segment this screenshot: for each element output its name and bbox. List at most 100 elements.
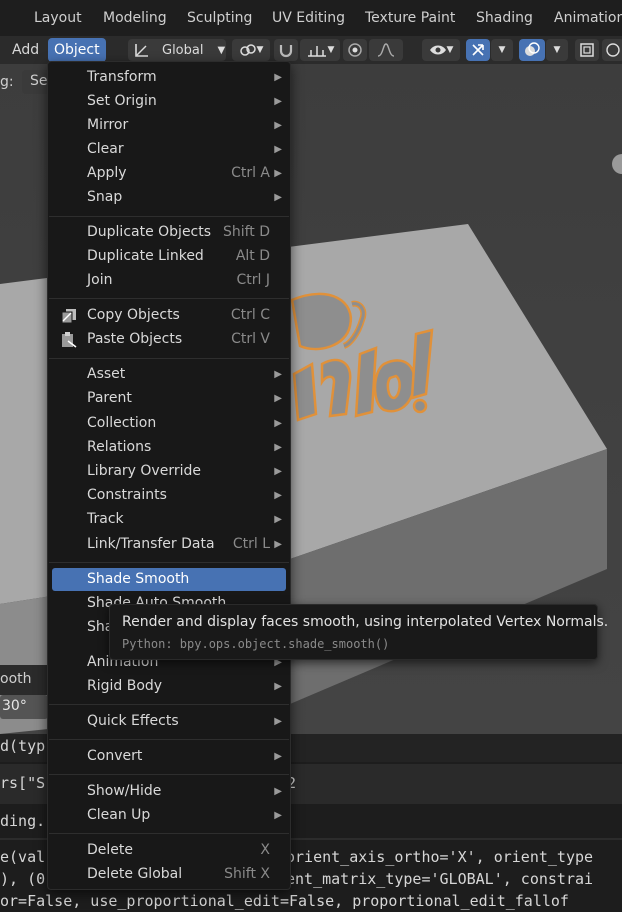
- xray-box-icon: [580, 43, 594, 57]
- menu-item-clean-up[interactable]: Clean Up ▶: [52, 804, 286, 827]
- pivot-point-dropdown[interactable]: ▼: [232, 39, 270, 61]
- angle-value: 30°: [2, 698, 27, 714]
- menu-item-label: Mirror: [87, 117, 129, 133]
- menu-item-relations[interactable]: Relations ▶: [52, 436, 286, 459]
- console-line-5-tail: ent_matrix_type='GLOBAL', constrai: [286, 870, 594, 888]
- menu-item-clear[interactable]: Clear ▶: [52, 138, 286, 161]
- chevron-down-icon: ▼: [327, 45, 335, 55]
- select-mode-text: Se: [30, 73, 48, 89]
- magnet-icon: [279, 45, 293, 58]
- menu-item-parent[interactable]: Parent ▶: [52, 387, 286, 410]
- shading-mode-button[interactable]: [602, 39, 622, 61]
- console-line-1: d(typ: [0, 737, 46, 755]
- object-menu-button[interactable]: Object: [48, 38, 106, 62]
- menu-item-label: Collection: [87, 415, 157, 431]
- submenu-arrow-icon: ▶: [274, 120, 282, 131]
- tooltip-python: Python: bpy.ops.object.shade_smooth(): [122, 637, 390, 651]
- menu-item-set-origin[interactable]: Set Origin ▶: [52, 90, 286, 113]
- snap-toggle[interactable]: [274, 39, 298, 61]
- shortcut-label: Alt D: [235, 248, 270, 264]
- orientation-label: Global: [162, 42, 204, 58]
- shortcut-label: Shift X: [224, 866, 270, 882]
- submenu-arrow-icon: ▶: [274, 369, 282, 380]
- menu-item-paste-objects[interactable]: Paste Objects Ctrl V: [52, 328, 286, 351]
- tab-modeling[interactable]: Modeling: [103, 10, 167, 26]
- submenu-arrow-icon: ▶: [274, 810, 282, 821]
- menu-separator: [49, 739, 289, 740]
- menu-item-delete[interactable]: Delete X: [52, 839, 286, 862]
- workspace-tab-bar: Layout Modeling Sculpting UV Editing Tex…: [0, 0, 622, 38]
- menu-item-collection[interactable]: Collection ▶: [52, 412, 286, 435]
- menu-item-rigid-body[interactable]: Rigid Body ▶: [52, 675, 286, 698]
- gizmo-arrows-icon: [472, 44, 484, 56]
- menu-item-snap[interactable]: Snap ▶: [52, 186, 286, 209]
- overlays-toggle[interactable]: [519, 39, 545, 61]
- tab-texture-paint[interactable]: Texture Paint: [365, 10, 455, 26]
- menu-item-quick-effects[interactable]: Quick Effects ▶: [52, 710, 286, 733]
- tab-shading[interactable]: Shading: [476, 10, 533, 26]
- visibility-dropdown[interactable]: ▼: [422, 39, 460, 61]
- add-menu-button[interactable]: Add: [6, 38, 45, 62]
- tab-layout[interactable]: Layout: [34, 10, 82, 26]
- menu-item-label: Parent: [87, 390, 132, 406]
- submenu-arrow-icon: ▶: [274, 786, 282, 797]
- shortcut-label: Ctrl J: [236, 272, 271, 288]
- submenu-arrow-icon: ▶: [274, 393, 282, 404]
- tab-sculpting[interactable]: Sculpting: [187, 10, 252, 26]
- submenu-arrow-icon: ▶: [274, 418, 282, 429]
- angle-field[interactable]: 30°: [0, 695, 48, 719]
- submenu-arrow-icon: ▶: [274, 96, 282, 107]
- overlays-circles-icon: [525, 42, 540, 56]
- menu-item-mirror[interactable]: Mirror ▶: [52, 114, 286, 137]
- menu-item-copy-objects[interactable]: Copy Objects Ctrl C: [52, 304, 286, 327]
- menu-item-label: Join: [87, 272, 113, 288]
- menu-item-transform[interactable]: Transform ▶: [52, 66, 286, 89]
- menu-item-duplicate-objects[interactable]: Duplicate Objects Shift D: [52, 221, 286, 244]
- menu-item-convert[interactable]: Convert ▶: [52, 745, 286, 768]
- shortcut-label: Ctrl C: [230, 307, 270, 323]
- menu-item-label: Quick Effects: [87, 713, 179, 729]
- console-line-5: ), (0: [0, 870, 46, 888]
- snap-target-dropdown[interactable]: ▼: [300, 39, 340, 61]
- submenu-arrow-icon: ▶: [274, 681, 282, 692]
- transform-orientation-dropdown[interactable]: Global ▼: [128, 39, 226, 61]
- gizmo-dropdown[interactable]: ▼: [491, 39, 513, 61]
- submenu-arrow-icon: ▶: [274, 442, 282, 453]
- auto-smooth-label: ooth: [0, 671, 32, 687]
- menu-item-show-hide[interactable]: Show/Hide ▶: [52, 780, 286, 803]
- console-line-6: or=False, use_proportional_edit=False, p…: [0, 892, 569, 910]
- xray-toggle[interactable]: [575, 39, 599, 61]
- overlays-dropdown[interactable]: ▼: [546, 39, 568, 61]
- wireframe-sphere-icon: [606, 43, 620, 57]
- menu-item-delete-global[interactable]: Delete Global Shift X: [52, 863, 286, 886]
- menu-separator: [49, 704, 289, 705]
- menu-item-constraints[interactable]: Constraints ▶: [52, 484, 286, 507]
- menu-item-track[interactable]: Track ▶: [52, 508, 286, 531]
- menu-item-label: Set Origin: [87, 93, 157, 109]
- tab-animation[interactable]: Animation: [554, 10, 622, 26]
- console-line-2: rs["S: [0, 774, 46, 792]
- menu-item-label: Apply: [87, 165, 127, 181]
- proportional-falloff-dropdown[interactable]: [369, 39, 403, 61]
- menu-item-shade-smooth[interactable]: Shade Smooth: [52, 568, 286, 591]
- menu-item-label: Delete Global: [87, 866, 183, 882]
- tab-uv-editing[interactable]: UV Editing: [272, 10, 345, 26]
- submenu-arrow-icon: ▶: [274, 192, 282, 203]
- console-line-4-tail: orient_axis_ortho='X', orient_type: [286, 848, 594, 866]
- menu-item-asset[interactable]: Asset ▶: [52, 363, 286, 386]
- submenu-arrow-icon: ▶: [274, 72, 282, 83]
- menu-item-label: Show/Hide: [87, 783, 162, 799]
- menu-item-join[interactable]: Join Ctrl J: [52, 269, 286, 292]
- menu-item-label: Track: [87, 511, 124, 527]
- shortcut-label: Ctrl A: [231, 165, 270, 181]
- operator-panel: ooth: [0, 665, 50, 695]
- mode-label: g:: [0, 74, 14, 90]
- proportional-edit-toggle[interactable]: [343, 39, 367, 61]
- menu-item-link-transfer-data[interactable]: Link/Transfer Data Ctrl L ▶: [52, 533, 286, 556]
- shortcut-label: Shift D: [222, 224, 270, 240]
- gizmo-toggle[interactable]: [466, 39, 490, 61]
- menu-item-library-override[interactable]: Library Override ▶: [52, 460, 286, 483]
- menu-item-duplicate-linked[interactable]: Duplicate Linked Alt D: [52, 245, 286, 268]
- menu-item-apply[interactable]: Apply Ctrl A ▶: [52, 162, 286, 185]
- chevron-down-icon: ▼: [256, 45, 264, 55]
